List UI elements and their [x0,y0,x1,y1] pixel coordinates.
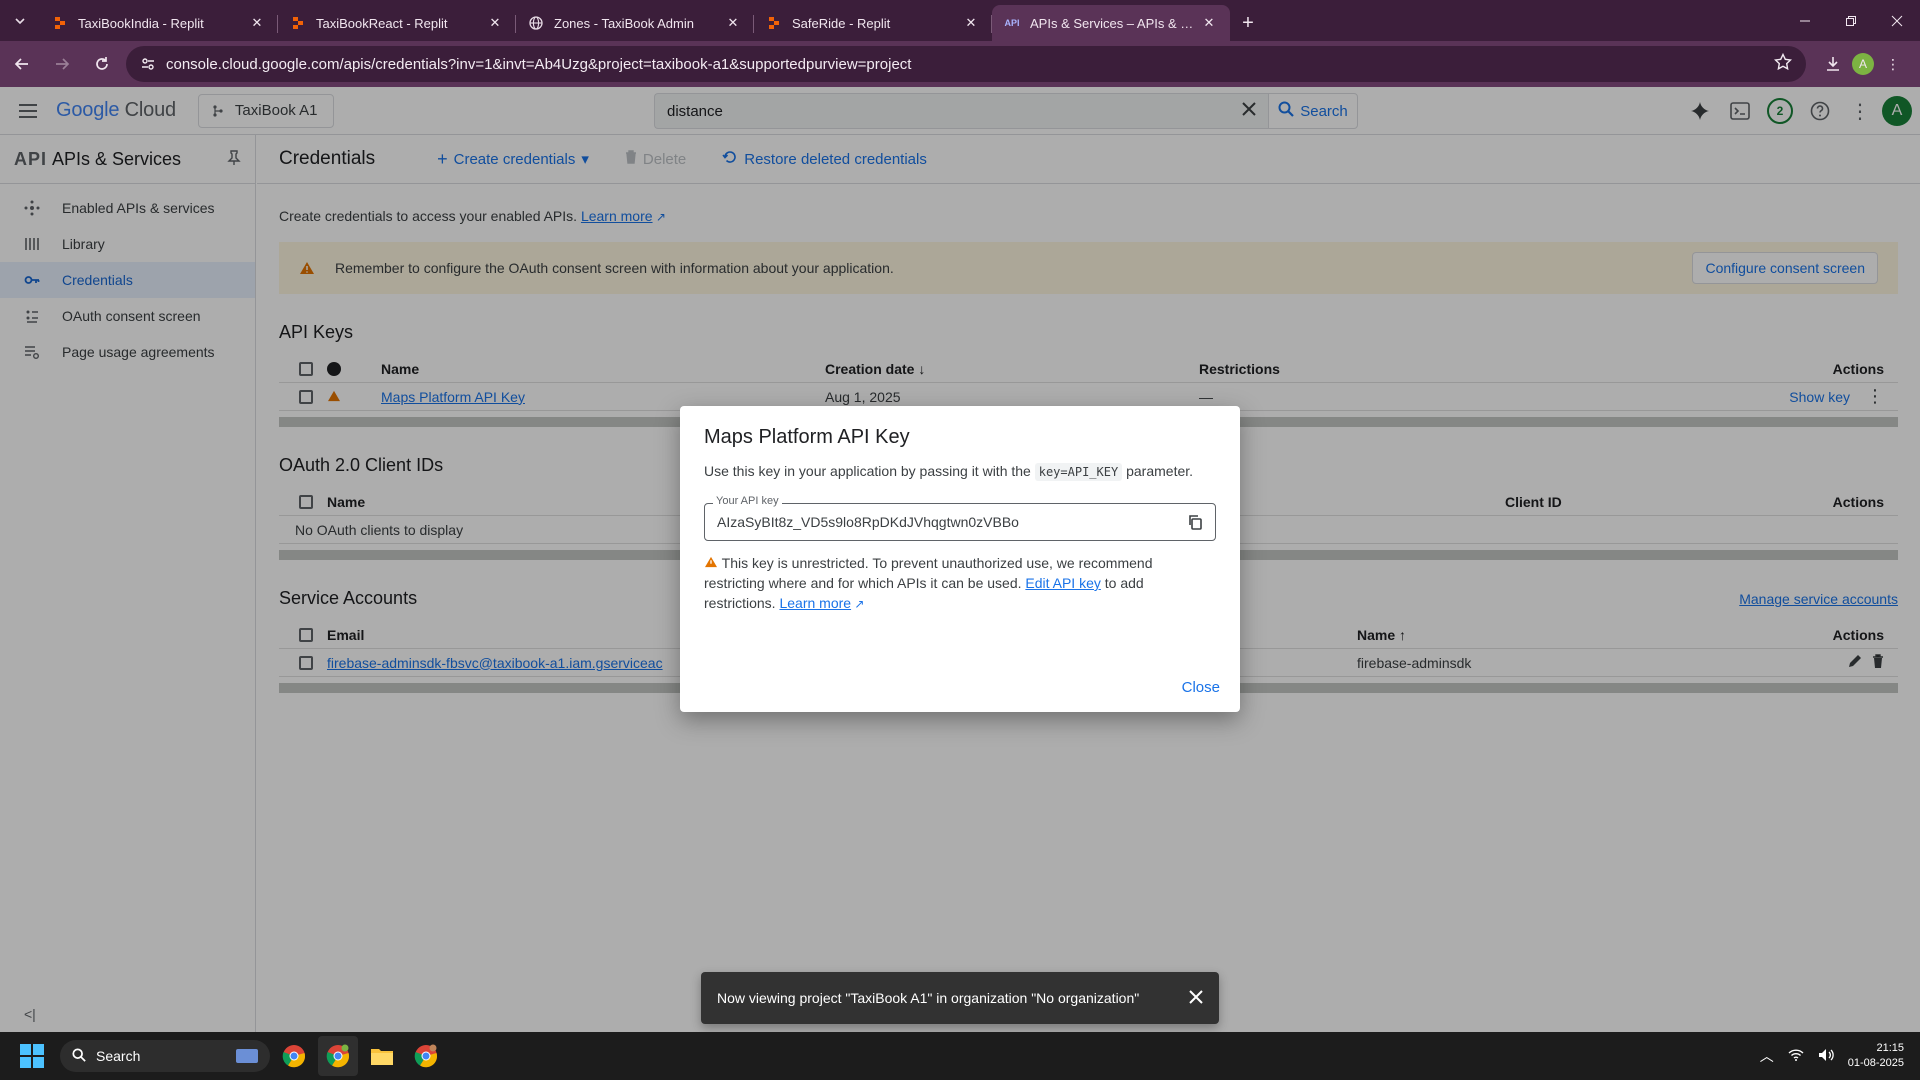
restore-icon[interactable] [1828,0,1874,41]
copy-icon[interactable] [1187,514,1203,530]
tab-title: APIs & Services – APIs & Servic [1030,15,1194,31]
replit-icon [52,15,68,31]
site-info-icon[interactable] [140,56,156,72]
url-text: console.cloud.google.com/apis/credential… [166,55,912,73]
os-taskbar: Search ︿ 21:15 01-08-2025 [0,1032,1920,1080]
browser-toolbar: console.cloud.google.com/apis/credential… [0,41,1920,87]
close-icon[interactable]: ✕ [724,14,742,32]
api-key-value[interactable]: AIzaSyBIt8z_VD5s9lo8RpDKdJVhqgtwn0zVBBo [717,514,1187,530]
api-key-dialog: Maps Platform API Key Use this key in yo… [680,406,1240,712]
browser-tabstrip: TaxiBookIndia - Replit ✕ TaxiBookReact -… [0,0,1920,41]
windows-start-icon[interactable] [20,1044,44,1068]
bookmark-star-icon[interactable] [1773,52,1793,75]
learn-more-link[interactable]: Learn more [779,595,851,611]
warning-icon [704,555,718,571]
key-param-code: key=API_KEY [1034,463,1123,481]
profile-avatar[interactable]: A [1852,53,1874,75]
new-tab-button[interactable]: + [1230,5,1266,41]
search-icon [72,1047,86,1065]
close-icon[interactable] [1189,989,1203,1007]
api-key-field-label: Your API key [713,495,782,507]
system-tray: ︿ 21:15 01-08-2025 [1760,1032,1904,1080]
file-explorer-icon[interactable] [362,1036,402,1076]
browser-tab[interactable]: Zones - TaxiBook Admin ✕ [516,5,754,41]
taskbar-search[interactable]: Search [60,1040,270,1072]
volume-icon[interactable] [1818,1048,1834,1065]
snackbar: Now viewing project "TaxiBook A1" in org… [701,972,1219,1024]
replit-icon [766,15,782,31]
more-vert-icon[interactable]: ⋮ [1874,46,1912,82]
reload-icon[interactable] [84,46,120,82]
chevron-up-icon[interactable]: ︿ [1760,1046,1774,1066]
browser-tab-active[interactable]: API APIs & Services – APIs & Servic ✕ [992,5,1230,41]
external-link-icon: ↗ [851,597,865,611]
clock[interactable]: 21:15 01-08-2025 [1848,1041,1904,1071]
dialog-title: Maps Platform API Key [704,426,910,448]
tab-title: TaxiBookReact - Replit [316,15,448,31]
api-icon: API [1004,18,1020,28]
browser-tab[interactable]: TaxiBookReact - Replit ✕ [278,5,516,41]
wifi-icon[interactable] [1788,1048,1804,1064]
tab-title: Zones - TaxiBook Admin [554,15,694,31]
chrome-icon[interactable] [274,1036,314,1076]
minimize-icon[interactable] [1782,0,1828,41]
globe-icon [528,15,544,31]
close-button[interactable]: Close [1182,679,1220,696]
unrestricted-warning: This key is unrestricted. To prevent una… [704,553,1216,614]
address-bar[interactable]: console.cloud.google.com/apis/credential… [126,46,1806,82]
tab-search-button[interactable] [0,0,40,41]
desc-text-after: parameter. [1122,463,1194,479]
snackbar-text: Now viewing project "TaxiBook A1" in org… [717,990,1140,1006]
close-icon[interactable]: ✕ [962,14,980,32]
api-key-field[interactable]: Your API key AIzaSyBIt8z_VD5s9lo8RpDKdJV… [704,495,1216,541]
chrome-profile-icon[interactable] [318,1036,358,1076]
close-icon[interactable]: ✕ [486,14,504,32]
desc-text-before: Use this key in your application by pass… [704,463,1035,479]
close-icon[interactable]: ✕ [1200,14,1218,32]
download-icon[interactable] [1814,46,1852,82]
browser-tab[interactable]: TaxiBookIndia - Replit ✕ [40,5,278,41]
tab-title: SafeRide - Replit [792,15,891,31]
browser-tab[interactable]: SafeRide - Replit ✕ [754,5,992,41]
clock-time: 21:15 [1876,1042,1904,1054]
taskbar-search-label: Search [96,1048,141,1064]
back-icon[interactable] [4,46,40,82]
close-window-icon[interactable] [1874,0,1920,41]
edit-api-key-link[interactable]: Edit API key [1025,575,1100,591]
tab-title: TaxiBookIndia - Replit [78,15,204,31]
close-icon[interactable]: ✕ [248,14,266,32]
chrome-alt-profile-icon[interactable] [406,1036,446,1076]
window-controls [1782,0,1920,41]
clock-date: 01-08-2025 [1847,1057,1904,1069]
search-highlight-icon [236,1049,258,1063]
dialog-description: Use this key in your application by pass… [704,463,1216,481]
forward-icon[interactable] [44,46,80,82]
replit-icon [290,15,306,31]
